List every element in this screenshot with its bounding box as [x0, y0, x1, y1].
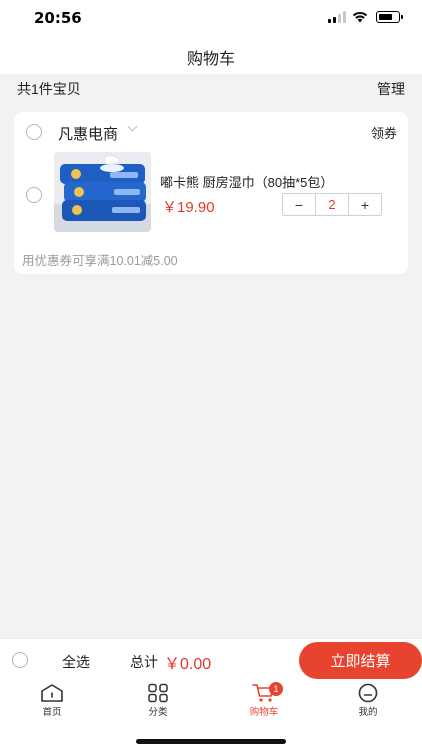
tab-cart[interactable]: 1 购物车 — [234, 682, 294, 723]
select-all-radio[interactable] — [12, 652, 28, 668]
get-coupon-button[interactable]: 领券 — [371, 123, 397, 142]
tab-mine-label: 我的 — [358, 707, 378, 718]
total-label: 总计 — [130, 654, 158, 670]
checkout-button[interactable]: 立即结算 — [299, 642, 422, 679]
increase-quantity-button[interactable]: + — [349, 194, 381, 215]
wet-wipes-product-image[interactable] — [54, 152, 151, 232]
manage-button[interactable]: 管理 — [377, 79, 405, 99]
category-grid-icon — [148, 683, 168, 703]
page-title: 购物车 — [186, 51, 235, 68]
item-count: 共1件宝贝 — [17, 81, 81, 97]
tab-home[interactable]: 首页 — [22, 683, 82, 723]
total-amount: ￥0.00 — [164, 656, 212, 673]
nav-bar: 购物车 — [0, 36, 422, 74]
product-price: ￥19.90 — [162, 199, 215, 216]
quantity-input[interactable]: 2 — [315, 194, 349, 215]
home-icon — [41, 684, 63, 702]
status-bar: 20:56 — [0, 0, 422, 36]
profile-icon — [358, 683, 378, 703]
tab-category-label: 分类 — [148, 707, 168, 718]
select-all-label[interactable]: 全选 — [62, 652, 90, 672]
item-select-radio[interactable] — [26, 187, 42, 203]
cart-screen: 20:56 购物车 共1件宝贝 管理 凡惠电商 领券 嘟卡熊 厨房湿巾（80抽*… — [0, 0, 422, 750]
status-icons — [328, 11, 403, 23]
status-time: 20:56 — [34, 9, 82, 27]
tab-mine[interactable]: 我的 — [338, 683, 398, 723]
coupon-hint: 用优惠券可享满10.01减5.00 — [22, 254, 178, 268]
battery-icon — [376, 11, 403, 23]
cart-count-badge: 1 — [269, 682, 283, 696]
cellular-signal-icon — [328, 11, 346, 23]
shop-select-radio[interactable] — [26, 124, 42, 140]
chevron-down-icon[interactable] — [127, 121, 138, 132]
tab-cart-label: 购物车 — [249, 707, 279, 718]
product-title[interactable]: 嘟卡熊 厨房湿巾（80抽*5包） — [160, 172, 333, 191]
tab-home-label: 首页 — [42, 707, 62, 718]
wifi-icon — [352, 11, 368, 23]
shop-name[interactable]: 凡惠电商 — [58, 123, 118, 144]
checkout-bar: 全选 总计 ￥0.00 立即结算 — [0, 638, 422, 680]
home-indicator — [136, 739, 286, 744]
quantity-stepper: − 2 + — [282, 193, 382, 216]
tab-category[interactable]: 分类 — [128, 683, 188, 723]
shop-card: 凡惠电商 领券 嘟卡熊 厨房湿巾（80抽*5包） ￥19.90 − 2 + 用优… — [14, 112, 408, 274]
decrease-quantity-button[interactable]: − — [283, 194, 315, 215]
cart-summary-row: 共1件宝贝 管理 — [0, 74, 422, 104]
